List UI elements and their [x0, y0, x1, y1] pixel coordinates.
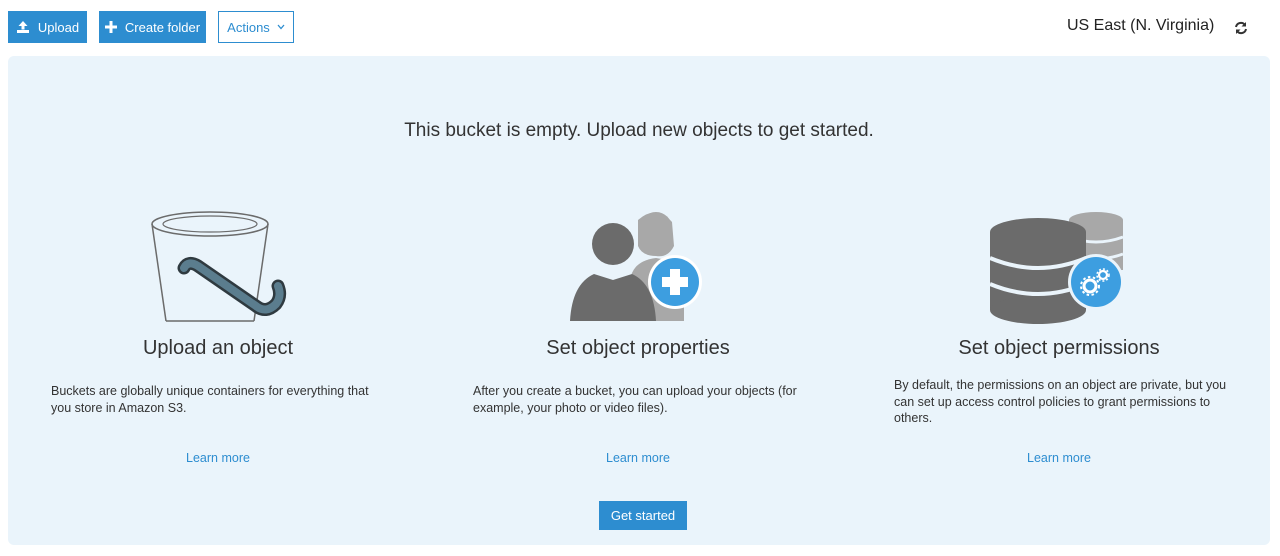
card-description: Buckets are globally unique containers f… [51, 384, 369, 415]
database-settings-icon [894, 206, 1224, 326]
create-folder-button[interactable]: Create folder [99, 11, 206, 43]
users-add-icon [473, 206, 803, 326]
bucket-icon [53, 206, 383, 326]
upload-button-label: Upload [37, 19, 80, 35]
learn-more-link[interactable]: Learn more [53, 451, 383, 465]
empty-bucket-panel: This bucket is empty. Upload new objects… [8, 56, 1270, 545]
upload-button[interactable]: Upload [8, 11, 87, 43]
card-title: Upload an object [142, 337, 294, 359]
card-title: Set object permissions [958, 337, 1160, 359]
empty-bucket-message: This bucket is empty. Upload new objects… [404, 120, 874, 141]
card-description: By default, the permissions on an object… [894, 378, 1227, 425]
get-started-button[interactable]: Get started [599, 501, 687, 530]
learn-more-link[interactable]: Learn more [473, 451, 803, 465]
create-folder-button-label: Create folder [124, 19, 201, 35]
plus-icon [104, 21, 117, 33]
card-description: After you create a bucket, you can uploa… [473, 384, 797, 415]
actions-dropdown-label: Actions [227, 19, 270, 35]
actions-dropdown[interactable]: Actions [218, 11, 294, 43]
upload-icon [16, 20, 30, 34]
refresh-icon[interactable] [1234, 21, 1248, 35]
learn-more-link[interactable]: Learn more [894, 451, 1224, 465]
toolbar: Upload Create folder Actions US East (N.… [0, 0, 1280, 56]
chevron-down-icon [277, 24, 285, 30]
card-title: Set object properties [546, 337, 730, 359]
region-selector[interactable]: US East (N. Virginia) [1067, 17, 1214, 35]
